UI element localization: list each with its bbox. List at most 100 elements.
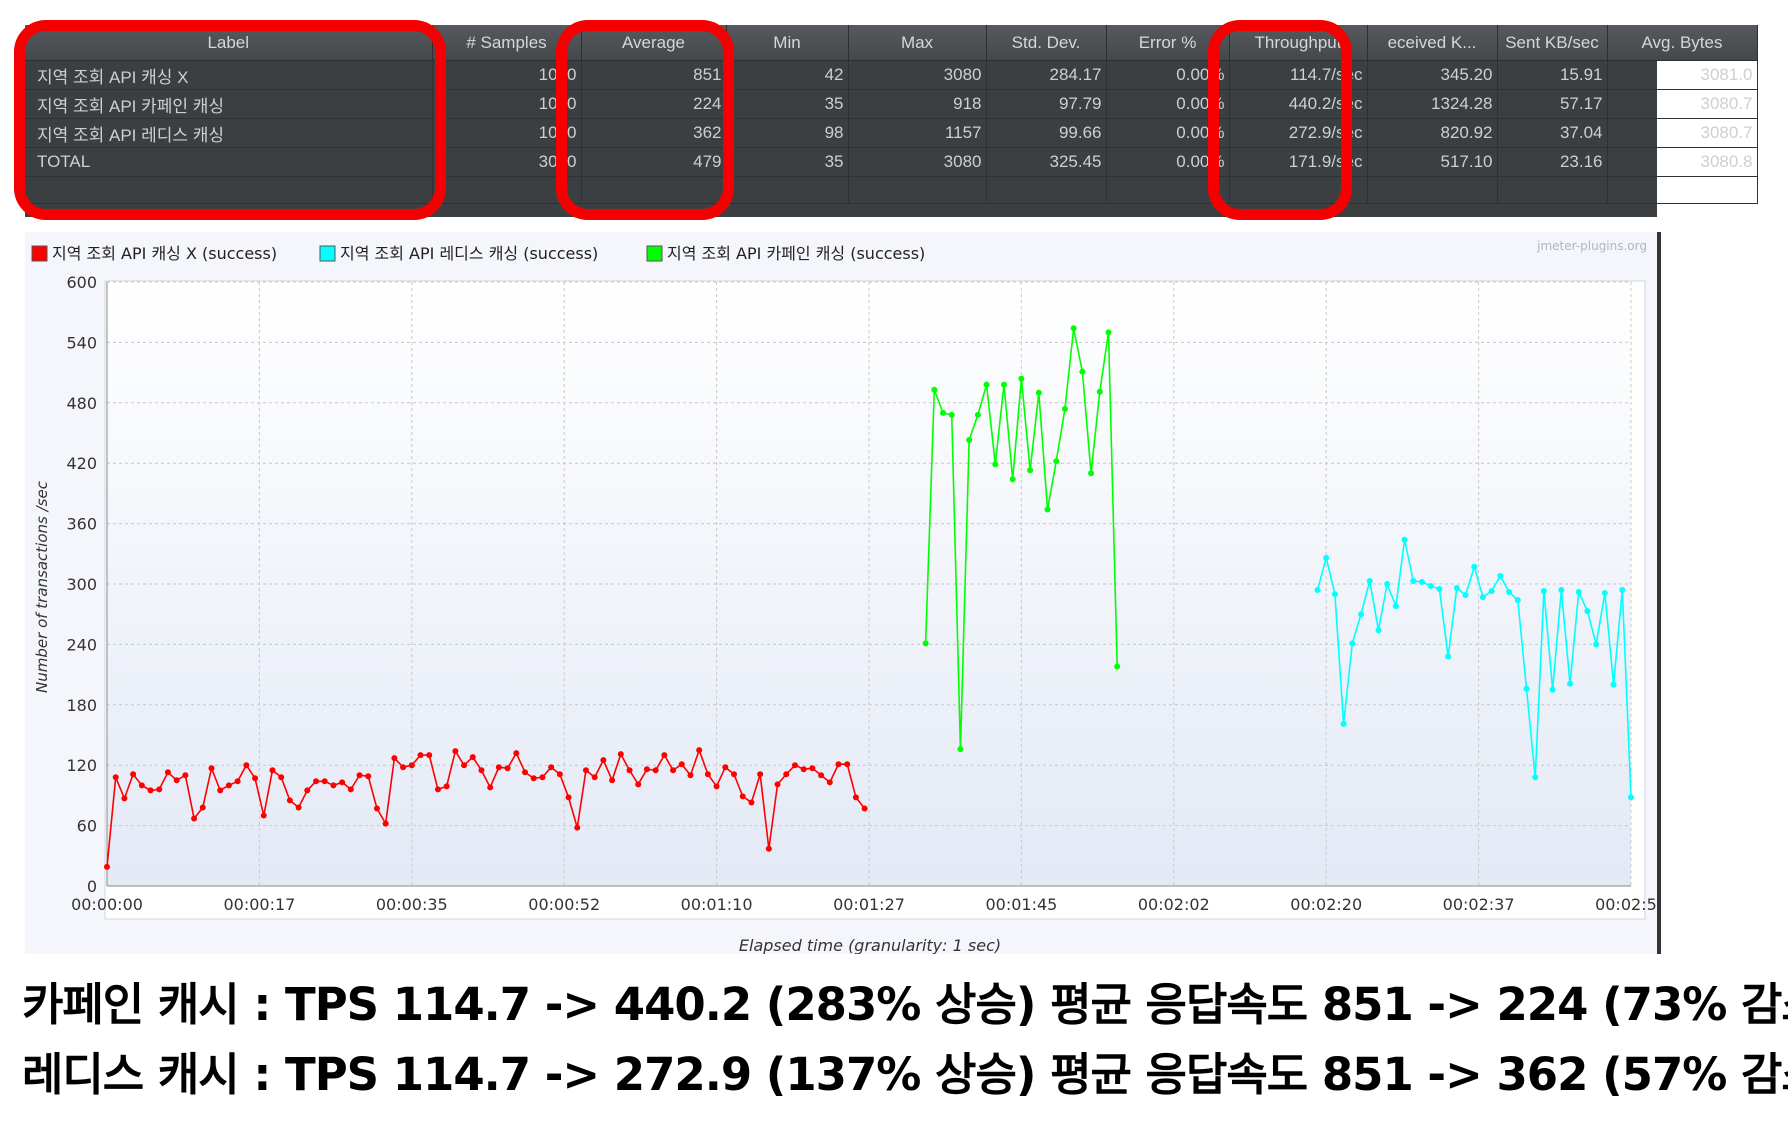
table-header-row: Label # Samples Average Min Max Std. Dev… [25, 25, 1758, 61]
data-point [809, 765, 816, 772]
data-point [504, 765, 511, 772]
data-point [687, 772, 694, 779]
data-point [940, 409, 947, 416]
data-point [452, 748, 459, 755]
data-point [1009, 476, 1016, 483]
col-header-label[interactable]: Label [25, 25, 433, 61]
data-point [1331, 591, 1338, 598]
data-point [1540, 588, 1547, 595]
y-axis-label: Number of transactions /sec [33, 480, 51, 693]
cell-sent: 57.17 [1497, 89, 1608, 119]
col-header-max[interactable]: Max [848, 25, 987, 61]
x-tick-label: 00:00:17 [223, 895, 295, 914]
data-point [1088, 470, 1095, 477]
cell-throughput: 440.2/sec [1229, 89, 1368, 119]
data-point [1453, 585, 1460, 592]
cell-received: 820.92 [1367, 118, 1498, 148]
data-point [1497, 572, 1504, 579]
data-point [678, 761, 685, 768]
cell-error: 0.00% [1106, 60, 1230, 90]
data-point [1488, 588, 1495, 595]
col-header-std-dev[interactable]: Std. Dev. [986, 25, 1107, 61]
data-point [286, 797, 293, 804]
data-point [1018, 375, 1025, 382]
data-point [382, 820, 389, 827]
data-point [800, 766, 807, 773]
cell-max: 918 [848, 89, 987, 119]
data-point [861, 805, 868, 812]
cell-received: 517.10 [1367, 147, 1498, 177]
data-point [1027, 467, 1034, 474]
col-header-avg-bytes[interactable]: Avg. Bytes [1607, 25, 1758, 61]
x-tick-label: 00:01:10 [681, 895, 753, 914]
data-point [304, 787, 311, 794]
data-point [1349, 640, 1356, 647]
legend-swatch-no-cache [31, 245, 48, 262]
col-header-error[interactable]: Error % [1106, 25, 1230, 61]
data-point [1410, 577, 1417, 584]
cell-max: 1157 [848, 118, 987, 148]
cell-max: 3080 [848, 147, 987, 177]
y-tick-label: 120 [66, 756, 97, 775]
x-tick-label: 00:00:52 [528, 895, 600, 914]
data-point [617, 751, 624, 758]
data-point [661, 752, 668, 759]
data-point [138, 782, 145, 789]
cell-average: 479 [581, 147, 727, 177]
col-header-min[interactable]: Min [726, 25, 849, 61]
data-point [321, 778, 328, 785]
data-point [1358, 611, 1365, 618]
data-point [1532, 774, 1539, 781]
data-point [1619, 587, 1626, 594]
data-point [1628, 794, 1634, 801]
transactions-per-second-chart: jmeter-plugins.org 지역 조회 API 캐싱 X (succe… [25, 232, 1661, 954]
col-header-average[interactable]: Average [581, 25, 727, 61]
data-point [696, 747, 703, 754]
data-point [1436, 586, 1443, 593]
table-row[interactable]: 지역 조회 API 카페인 캐싱 1000 224 35 918 97.79 0… [25, 89, 1758, 119]
data-point [469, 754, 476, 761]
data-point [260, 812, 267, 819]
table-row-empty [25, 176, 1758, 204]
table-row[interactable]: 지역 조회 API 캐싱 X 1000 851 42 3080 284.17 0… [25, 60, 1758, 90]
data-point [1392, 603, 1399, 610]
y-tick-label: 300 [66, 575, 97, 594]
data-point [1366, 577, 1373, 584]
cell-std-dev: 325.45 [986, 147, 1107, 177]
x-axis-label: Elapsed time (granularity: 1 sec) [739, 936, 1001, 954]
data-point [826, 779, 833, 786]
data-point [426, 752, 433, 759]
data-point [1323, 554, 1330, 561]
data-point [417, 752, 424, 759]
cell-min: 42 [726, 60, 849, 90]
data-point [130, 771, 137, 778]
data-point [748, 799, 755, 806]
data-point [347, 786, 354, 793]
data-point [121, 795, 128, 802]
col-header-received[interactable]: eceived K... [1367, 25, 1498, 61]
data-point [1610, 681, 1617, 688]
data-point [609, 777, 616, 784]
data-point [330, 782, 337, 789]
data-point [147, 787, 154, 794]
cell-avg-bytes: 3081.0 [1607, 60, 1758, 90]
x-tick-label: 00:02:37 [1443, 895, 1515, 914]
data-point [722, 764, 729, 771]
table-row-total[interactable]: TOTAL 3000 479 35 3080 325.45 0.00% 171.… [25, 147, 1758, 177]
col-header-sent[interactable]: Sent KB/sec [1497, 25, 1608, 61]
data-point [983, 381, 990, 388]
cell-average: 362 [581, 118, 727, 148]
legend-label-no-cache: 지역 조회 API 캐싱 X (success) [52, 244, 277, 263]
data-point [339, 779, 346, 786]
data-point [739, 793, 746, 800]
data-point [373, 805, 380, 812]
cell-label: TOTAL [25, 147, 433, 177]
legend-swatch-caffeine [646, 245, 663, 262]
col-header-throughput[interactable]: Throughput [1229, 25, 1368, 61]
data-point [1114, 663, 1121, 670]
table-row[interactable]: 지역 조회 API 레디스 캐싱 1000 362 98 1157 99.66 … [25, 118, 1758, 148]
data-point [234, 778, 241, 785]
data-point [313, 778, 320, 785]
data-point [522, 769, 529, 776]
col-header-samples[interactable]: # Samples [432, 25, 582, 61]
